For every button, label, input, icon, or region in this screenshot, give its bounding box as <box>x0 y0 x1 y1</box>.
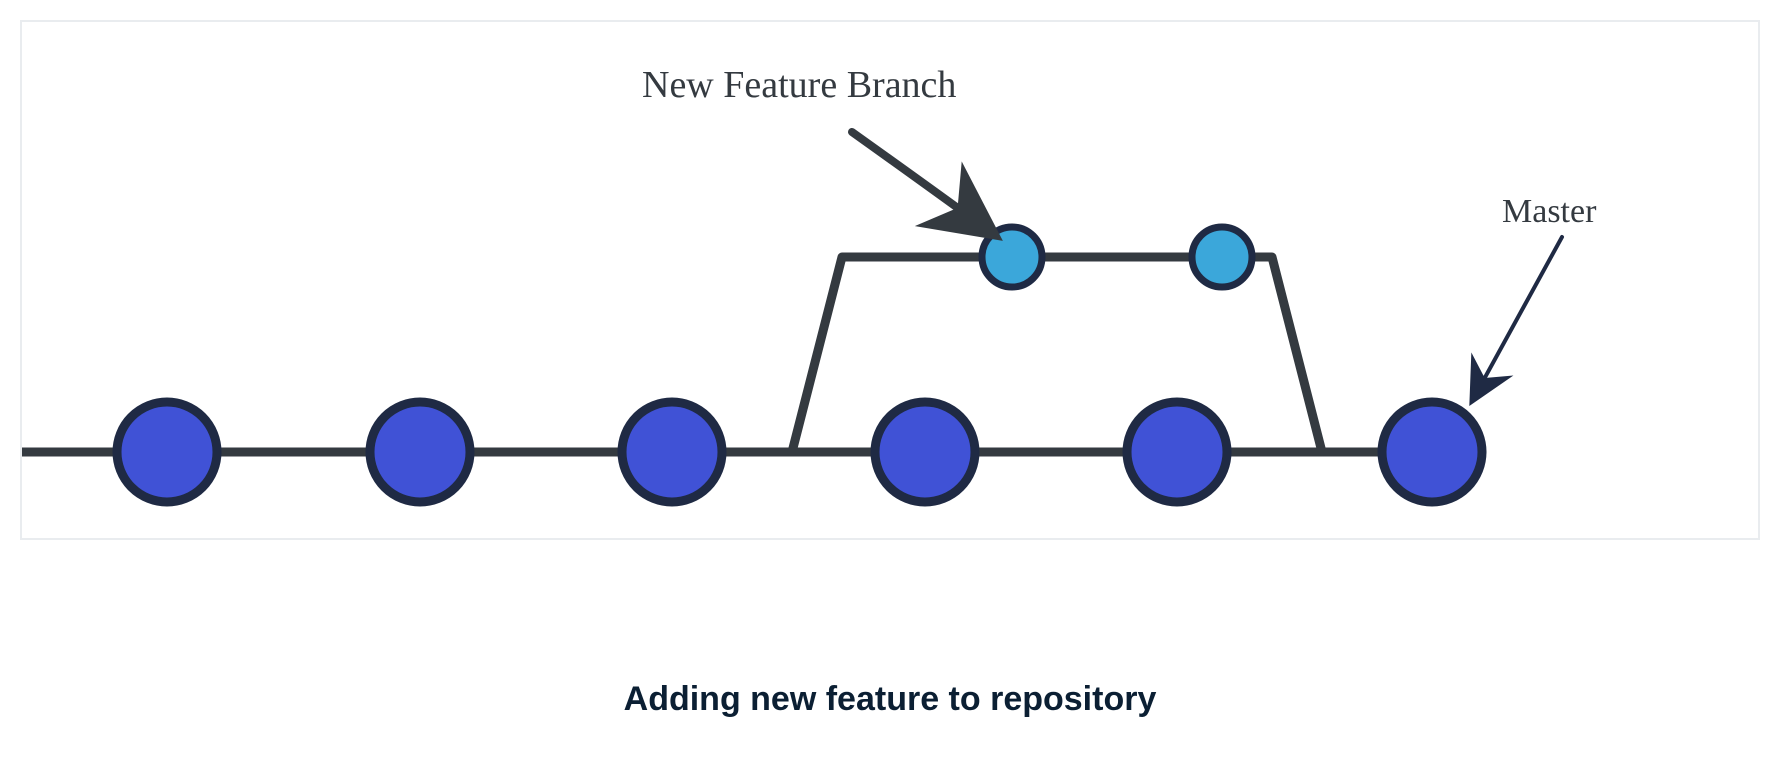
feature-commit-1 <box>982 227 1042 287</box>
master-commit-2 <box>370 402 470 502</box>
diagram-frame: New Feature Branch Master <box>20 20 1760 540</box>
master-commit-6 <box>1382 402 1482 502</box>
page: New Feature Branch Master Adding new fea… <box>0 0 1780 768</box>
feature-branch-path <box>792 257 1322 452</box>
diagram-caption: Adding new feature to repository <box>0 680 1780 719</box>
feature-commit-2 <box>1192 227 1252 287</box>
master-label: Master <box>1502 193 1597 230</box>
git-branch-diagram: New Feature Branch Master <box>22 22 1762 542</box>
master-arrow-icon <box>1477 237 1562 392</box>
master-commit-5 <box>1127 402 1227 502</box>
master-commit-3 <box>622 402 722 502</box>
master-commit-4 <box>875 402 975 502</box>
feature-branch-label: New Feature Branch <box>642 64 956 106</box>
master-commit-1 <box>117 402 217 502</box>
feature-branch-arrow-icon <box>852 132 977 222</box>
